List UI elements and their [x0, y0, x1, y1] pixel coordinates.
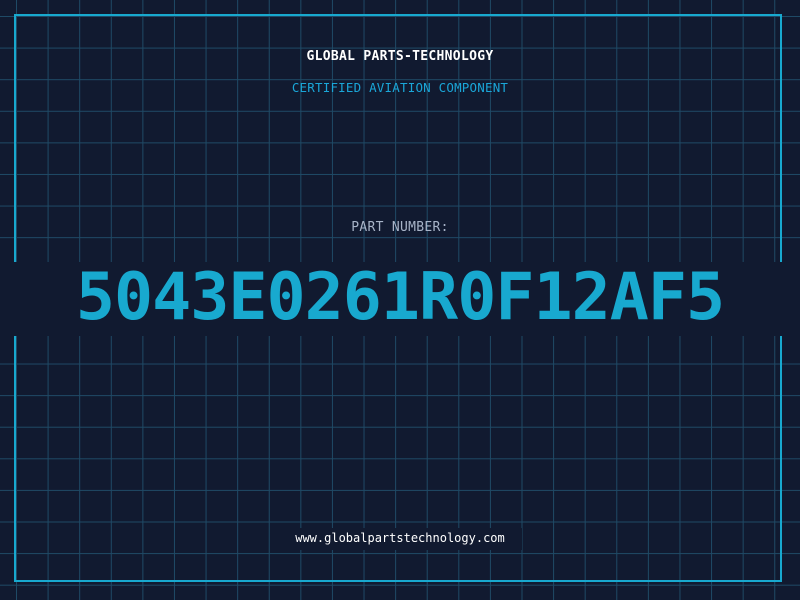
part-number-value: 5043E0261R0F12AF5: [75, 260, 725, 335]
certification-subtitle: CERTIFIED AVIATION COMPONENT: [291, 80, 509, 95]
website-url: www.globalpartstechnology.com: [295, 531, 505, 545]
part-number-label: PART NUMBER:: [351, 220, 449, 235]
brand-title: GLOBAL PARTS-TECHNOLOGY: [306, 49, 494, 64]
part-number-card: GLOBAL PARTS-TECHNOLOGY CERTIFIED AVIATI…: [0, 0, 800, 600]
